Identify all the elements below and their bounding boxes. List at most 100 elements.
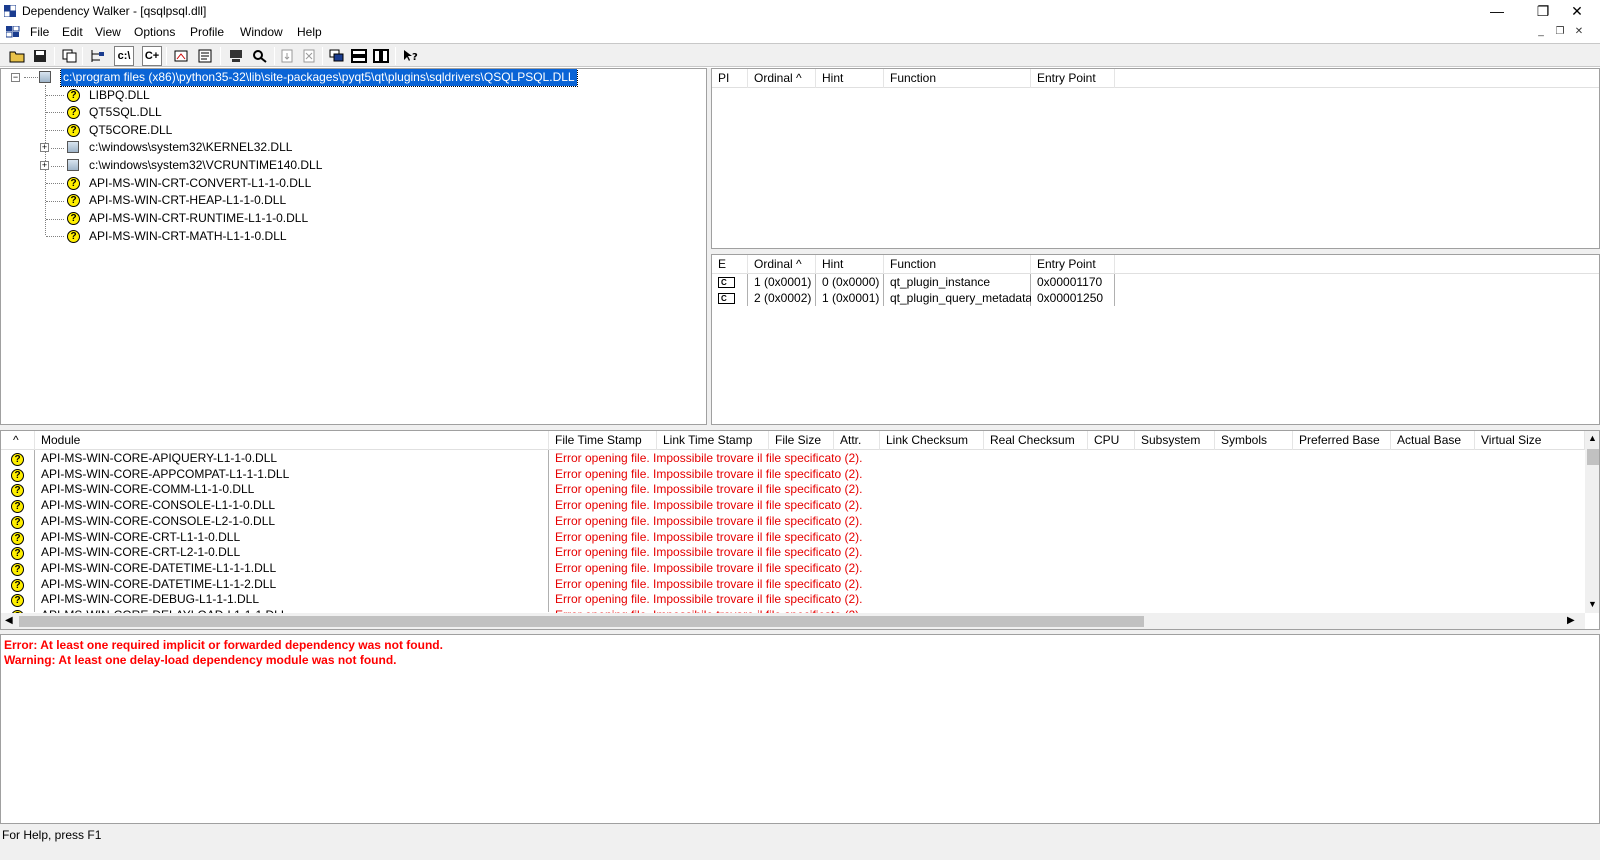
tree-view-icon[interactable] [87, 46, 107, 66]
next-module-icon[interactable] [278, 46, 298, 66]
module-name: API-MS-WIN-CORE-DATETIME-L1-1-1.DLL [41, 561, 277, 575]
scroll-up-icon[interactable]: ▲ [1588, 433, 1597, 443]
expand-vcruntime-button[interactable]: + [40, 161, 49, 170]
col-symbols[interactable]: Symbols [1215, 431, 1293, 450]
col-virtual-size[interactable]: Virtual Size [1475, 431, 1585, 450]
module-list-hscroll[interactable]: ◀ ▶ [1, 613, 1585, 629]
tree-root-label[interactable]: c:\program files (x86)\python35-32\lib\s… [60, 69, 578, 87]
missing-module-icon: ? [67, 230, 80, 243]
mdi-restore-button[interactable]: ❐ [1551, 25, 1569, 39]
full-paths-button[interactable]: c:\ [114, 46, 134, 66]
document-icon[interactable] [6, 26, 20, 38]
col-real-checksum[interactable]: Real Checksum [984, 431, 1088, 450]
tree-item-label[interactable]: c:\windows\system32\KERNEL32.DLL [89, 139, 292, 156]
collapse-root-button[interactable]: − [11, 73, 20, 82]
prev-module-icon[interactable] [300, 46, 320, 66]
module-error: Error opening file. Impossibile trovare … [555, 592, 863, 606]
mdi-close-button[interactable]: ✕ [1570, 25, 1588, 39]
tree-item-label[interactable]: QT5CORE.DLL [89, 122, 172, 139]
tree-item-label[interactable]: API-MS-WIN-CRT-HEAP-L1-1-0.DLL [89, 192, 286, 209]
c-function-icon: C [718, 293, 735, 305]
missing-module-icon: ? [67, 106, 80, 119]
missing-module-icon: ? [11, 453, 24, 466]
col-file-size[interactable]: File Size [769, 431, 834, 450]
missing-module-icon: ? [67, 124, 80, 137]
close-button[interactable]: ✕ [1554, 0, 1600, 22]
tree-item-label[interactable]: API-MS-WIN-CRT-MATH-L1-1-0.DLL [89, 228, 287, 245]
scroll-right-icon[interactable]: ▶ [1567, 615, 1575, 626]
menu-view[interactable]: View [95, 25, 121, 39]
col-attr[interactable]: Attr. [834, 431, 880, 450]
col-module[interactable]: Module [35, 431, 549, 450]
module-icon [67, 141, 79, 153]
missing-module-icon: ? [11, 484, 24, 497]
menu-window[interactable]: Window [240, 25, 283, 39]
col-file-time-stamp[interactable]: File Time Stamp [549, 431, 657, 450]
tree-item-label[interactable]: QT5SQL.DLL [89, 104, 162, 121]
module-error: Error opening file. Impossibile trovare … [555, 451, 863, 465]
tile-horizontal-icon[interactable] [349, 46, 369, 66]
col-sort[interactable]: ^ [1, 431, 35, 450]
export-ordinal: 1 (0x0001) [754, 275, 812, 289]
missing-module-icon: ? [67, 177, 80, 190]
col-subsystem[interactable]: Subsystem [1135, 431, 1215, 450]
tree-item-label[interactable]: c:\windows\system32\VCRUNTIME140.DLL [89, 157, 322, 174]
export-entry-point: 0x00001170 [1037, 275, 1103, 289]
context-help-icon[interactable]: ? [400, 46, 420, 66]
highlight-icon[interactable] [172, 46, 192, 66]
col-link-checksum[interactable]: Link Checksum [880, 431, 984, 450]
open-folder-icon[interactable] [7, 46, 27, 66]
col-link-time-stamp[interactable]: Link Time Stamp [657, 431, 769, 450]
missing-module-icon: ? [11, 547, 24, 560]
col-entry-point[interactable]: Entry Point [1031, 69, 1115, 88]
find-icon[interactable] [250, 46, 270, 66]
minimize-button[interactable]: — [1474, 0, 1520, 22]
menu-edit[interactable]: Edit [62, 25, 83, 39]
module-name: API-MS-WIN-CORE-APIQUERY-L1-1-0.DLL [41, 451, 278, 465]
status-text: For Help, press F1 [2, 828, 102, 842]
col-ordinal[interactable]: Ordinal ^ [748, 69, 816, 88]
tree-item-label[interactable]: API-MS-WIN-CRT-CONVERT-L1-1-0.DLL [89, 175, 311, 192]
col-pi[interactable]: PI [712, 69, 748, 88]
scroll-thumb[interactable] [19, 616, 1144, 627]
exports-header: E Ordinal ^ Hint Function Entry Point [712, 255, 1599, 274]
copy-icon[interactable] [60, 46, 80, 66]
module-name: API-MS-WIN-CORE-CONSOLE-L1-1-0.DLL [41, 498, 276, 512]
export-function: qt_plugin_instance [890, 275, 991, 289]
col-hint[interactable]: Hint [816, 69, 884, 88]
menu-options[interactable]: Options [134, 25, 175, 39]
imports-pane: PI Ordinal ^ Hint Function Entry Point [711, 68, 1600, 249]
col-ordinal[interactable]: Ordinal ^ [748, 255, 816, 274]
save-icon[interactable] [30, 46, 50, 66]
col-function[interactable]: Function [884, 255, 1031, 274]
col-hint[interactable]: Hint [816, 255, 884, 274]
module-name: API-MS-WIN-CORE-CRT-L2-1-0.DLL [41, 545, 241, 559]
tile-vertical-icon[interactable] [371, 46, 391, 66]
missing-module-icon: ? [11, 516, 24, 529]
module-icon [67, 159, 79, 171]
col-e[interactable]: E [712, 255, 748, 274]
scroll-down-icon[interactable]: ▼ [1588, 599, 1597, 609]
module-list-vscroll[interactable]: ▲ ▼ [1585, 431, 1599, 613]
col-preferred-base[interactable]: Preferred Base [1293, 431, 1391, 450]
missing-module-icon: ? [67, 89, 80, 102]
export-function: qt_plugin_query_metadata [890, 291, 1031, 305]
undecorate-cpp-button[interactable]: C+ [142, 46, 162, 66]
col-entry-point[interactable]: Entry Point [1031, 255, 1115, 274]
menu-profile[interactable]: Profile [190, 25, 224, 39]
tree-item-label[interactable]: LIBPQ.DLL [89, 87, 150, 104]
expand-kernel32-button[interactable]: + [40, 143, 49, 152]
col-function[interactable]: Function [884, 69, 1031, 88]
scroll-thumb[interactable] [1587, 449, 1599, 465]
mdi-minimize-button[interactable]: _ [1532, 25, 1550, 39]
system-info-icon[interactable] [226, 46, 246, 66]
tree-item-label[interactable]: API-MS-WIN-CRT-RUNTIME-L1-1-0.DLL [89, 210, 308, 227]
col-actual-base[interactable]: Actual Base [1391, 431, 1475, 450]
cascade-icon[interactable] [327, 46, 347, 66]
title-bar: Dependency Walker - [qsqlpsql.dll] — ❐ ✕ [0, 0, 1600, 22]
menu-help[interactable]: Help [297, 25, 322, 39]
menu-file[interactable]: File [30, 25, 49, 39]
scroll-left-icon[interactable]: ◀ [5, 615, 13, 626]
col-cpu[interactable]: CPU [1088, 431, 1135, 450]
properties-icon[interactable] [196, 46, 216, 66]
